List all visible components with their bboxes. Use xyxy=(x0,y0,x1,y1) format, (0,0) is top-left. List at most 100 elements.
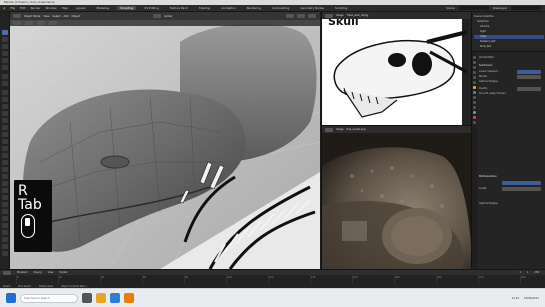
object-tab-icon[interactable] xyxy=(473,86,476,89)
data-tab-icon[interactable] xyxy=(473,111,476,114)
brush-scrape-icon[interactable] xyxy=(2,153,8,158)
object-menu[interactable]: Object xyxy=(72,15,80,18)
3d-viewport[interactable]: Object Mode View Select Add Object Globa… xyxy=(10,12,320,269)
workspace-tab-animation[interactable]: Animation xyxy=(218,6,238,10)
brush-simplify-icon[interactable] xyxy=(2,216,8,221)
outliner-row-selected[interactable]: T-Rex xyxy=(474,35,544,39)
multires-levels-field[interactable] xyxy=(502,181,541,185)
outliner-row[interactable]: Collection xyxy=(477,20,489,24)
world-tab-icon[interactable] xyxy=(473,81,476,84)
brush-smooth-icon[interactable] xyxy=(2,111,8,116)
workspace-tab-scripting[interactable]: Scripting xyxy=(332,6,350,10)
brush-cloth-icon[interactable] xyxy=(2,209,8,214)
render-image-name-field[interactable]: trex_render.png xyxy=(347,128,366,131)
tool-option-icon[interactable] xyxy=(49,21,57,25)
image-editor-reference[interactable]: Image T-Rex_skull_ref.jpg Skull xyxy=(321,12,471,125)
taskbar-search-input[interactable]: Type here to search xyxy=(20,293,78,303)
particles-tab-icon[interactable] xyxy=(473,96,476,99)
outliner-row[interactable]: Skeleton_Ref xyxy=(480,40,495,44)
tool-option-icon[interactable] xyxy=(25,21,33,25)
playback-menu[interactable]: Playback xyxy=(17,271,28,274)
brush-flatten-icon[interactable] xyxy=(2,139,8,144)
workspace-tab-modeling[interactable]: Modeling xyxy=(93,6,112,10)
blender-taskbar-icon[interactable] xyxy=(124,293,134,303)
outliner-row[interactable]: Light xyxy=(480,30,486,34)
scale-tool-icon[interactable] xyxy=(2,58,8,63)
workspace-tab-compositing[interactable]: Compositing xyxy=(269,6,293,10)
add-menu[interactable]: Add xyxy=(64,15,69,18)
outliner-row[interactable]: Scene Collection xyxy=(474,15,494,19)
outliner-row[interactable]: Camera xyxy=(480,25,489,29)
levels-viewport-field[interactable] xyxy=(517,70,541,74)
render-preview-icon[interactable] xyxy=(308,14,316,18)
current-frame-field[interactable]: 1 xyxy=(519,271,521,274)
workspace-tab-geometry-nodes[interactable]: Geometry Nodes xyxy=(297,6,327,10)
multires-modifier-header[interactable]: Multiresolution xyxy=(479,175,497,179)
box-mask-icon[interactable] xyxy=(2,223,8,228)
clock-date[interactable]: 05/06/2021 xyxy=(524,297,539,300)
image-editor-render[interactable]: Image trex_render.png xyxy=(321,125,471,269)
menu-file[interactable]: File xyxy=(10,6,15,10)
tool-tab-icon[interactable] xyxy=(473,56,476,59)
scene-tab-icon[interactable] xyxy=(473,76,476,79)
multires-optimal-display-checkbox[interactable]: Optimal Display xyxy=(479,202,498,206)
uv-smooth-dropdown[interactable]: Smooth, Keep Corners xyxy=(479,92,506,96)
menu-edit[interactable]: Edit xyxy=(20,6,25,10)
end-frame-field[interactable]: 250 xyxy=(534,271,539,274)
brush-pinch-icon[interactable] xyxy=(2,132,8,137)
transform-orientation-dropdown[interactable] xyxy=(153,14,161,18)
sculpt-levels-field[interactable] xyxy=(502,187,541,191)
marker-menu[interactable]: Marker xyxy=(59,271,67,274)
tool-option-icon[interactable] xyxy=(13,21,21,25)
brush-thumb-icon[interactable] xyxy=(2,167,8,172)
physics-tab-icon[interactable] xyxy=(473,101,476,104)
menu-help[interactable]: Help xyxy=(62,6,68,10)
view-layer-tab-icon[interactable] xyxy=(473,71,476,74)
brush-layer-icon[interactable] xyxy=(2,181,8,186)
clock-time[interactable]: 12:24 xyxy=(512,297,519,300)
file-explorer-icon[interactable] xyxy=(96,293,106,303)
subdivision-modifier-header[interactable]: Subdivision xyxy=(479,64,493,68)
brush-clay-icon[interactable] xyxy=(2,97,8,102)
view-menu[interactable]: View xyxy=(48,271,54,274)
face-set-icon[interactable] xyxy=(2,251,8,256)
workspace-tab-layout[interactable]: Layout xyxy=(73,6,89,10)
render-tab-icon[interactable] xyxy=(473,61,476,64)
windows-start-icon[interactable] xyxy=(6,293,16,303)
select-menu[interactable]: Select xyxy=(53,15,61,18)
editor-type-icon[interactable] xyxy=(325,127,333,132)
add-modifier-button[interactable]: Add Modifier xyxy=(479,56,494,60)
shading-mode-icon[interactable] xyxy=(297,14,305,18)
view-menu[interactable]: View xyxy=(43,15,49,18)
render-levels-field[interactable] xyxy=(517,75,541,79)
scene-selector[interactable] xyxy=(458,6,489,10)
editor-type-icon[interactable] xyxy=(325,13,333,18)
view-layer-selector[interactable] xyxy=(511,6,541,10)
optimal-display-checkbox[interactable]: Optimal Display xyxy=(479,80,498,84)
annotate-tool-icon[interactable] xyxy=(2,74,8,79)
keying-menu[interactable]: Keying xyxy=(34,271,42,274)
material-tab-icon[interactable] xyxy=(473,116,476,119)
cursor-tool-icon[interactable] xyxy=(2,37,8,42)
workspace-tab-uv-editing[interactable]: UV Editing xyxy=(141,6,162,10)
workspace-tab-rendering[interactable]: Rendering xyxy=(244,6,264,10)
brush-pose-icon[interactable] xyxy=(2,202,8,207)
brush-inflate-icon[interactable] xyxy=(2,104,8,109)
mesh-filter-icon[interactable] xyxy=(2,244,8,249)
image-name-field[interactable]: T-Rex_skull_ref.jpg xyxy=(347,14,369,17)
start-frame-field[interactable]: 1 xyxy=(527,271,529,274)
browser-icon[interactable] xyxy=(110,293,120,303)
outliner-row[interactable]: Skull_Ref xyxy=(480,45,491,49)
texture-tab-icon[interactable] xyxy=(473,121,476,124)
modifiers-tab-icon[interactable] xyxy=(473,91,476,94)
menu-window[interactable]: Window xyxy=(46,6,57,10)
constraints-tab-icon[interactable] xyxy=(473,106,476,109)
menu-render[interactable]: Render xyxy=(31,6,41,10)
workspace-tab-sculpting[interactable]: Sculpting xyxy=(117,6,137,10)
measure-tool-icon[interactable] xyxy=(2,81,8,86)
brush-draw-icon[interactable] xyxy=(2,90,8,95)
brush-grab-icon[interactable] xyxy=(2,118,8,123)
workspace-tab-shading[interactable]: Shading xyxy=(196,6,213,10)
blender-logo-icon[interactable]: ◉ xyxy=(3,6,5,10)
overlay-toggle-icon[interactable] xyxy=(286,14,294,18)
